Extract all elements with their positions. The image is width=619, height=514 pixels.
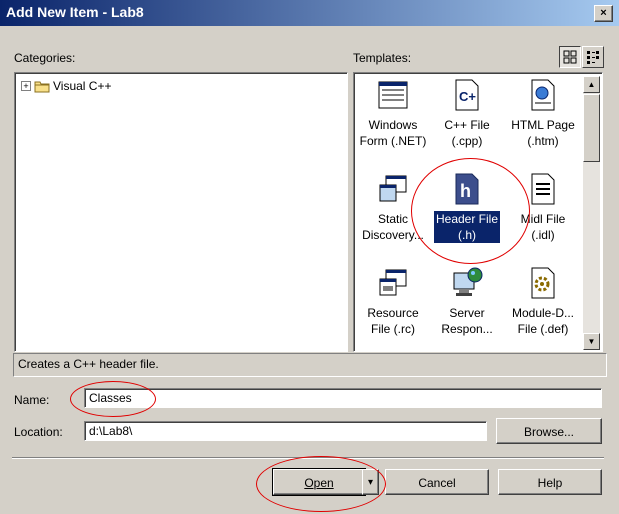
resource-file-icon	[377, 267, 409, 299]
name-label: Name:	[14, 393, 50, 407]
large-icons-view-button[interactable]	[559, 46, 581, 68]
name-input[interactable]	[84, 388, 602, 408]
template-label-line2: File (.def)	[517, 322, 569, 336]
template-server-response[interactable]: Server Respon...	[428, 267, 506, 337]
template-cpp-file[interactable]: C+ C++ File (.cpp)	[428, 79, 506, 149]
help-button[interactable]: Help	[498, 469, 602, 495]
scroll-up-button[interactable]: ▲	[583, 76, 600, 93]
template-label-line2: (.idl)	[531, 228, 555, 242]
browse-button[interactable]: Browse...	[496, 418, 602, 444]
window-title: Add New Item - Lab8	[6, 4, 144, 20]
close-button[interactable]: ×	[594, 5, 613, 22]
svg-text:C+: C+	[459, 89, 476, 104]
template-label-line1: Resource	[367, 306, 419, 320]
tree-item-label: Visual C++	[53, 79, 112, 93]
cancel-button[interactable]: Cancel	[385, 469, 489, 495]
annotation-circle-open	[256, 456, 386, 512]
folder-icon	[34, 80, 50, 93]
server-response-icon	[451, 267, 483, 299]
title-bar: Add New Item - Lab8 ×	[0, 0, 619, 26]
module-def-icon	[527, 267, 559, 299]
templates-scrollbar[interactable]: ▲ ▼	[583, 76, 600, 350]
tree-item-visual-cpp[interactable]: + Visual C++	[21, 79, 111, 93]
annotation-circle-header-file	[411, 158, 530, 264]
large-icons-icon	[563, 50, 577, 64]
template-label-line1: Module-D...	[511, 306, 575, 320]
static-discovery-icon	[377, 173, 409, 205]
midl-file-icon	[527, 173, 559, 205]
template-label-line1: C++ File	[444, 118, 490, 132]
categories-label: Categories:	[14, 51, 76, 65]
location-input[interactable]	[84, 421, 487, 441]
template-label-line2: Respon...	[441, 322, 493, 336]
template-label-line2: File (.rc)	[370, 322, 415, 336]
expand-icon[interactable]: +	[21, 81, 31, 91]
small-icons-icon	[587, 51, 599, 64]
template-label-line1: Windows	[368, 118, 418, 132]
categories-tree[interactable]: + Visual C++	[14, 72, 348, 352]
cpp-file-icon: C+	[451, 79, 483, 111]
scroll-thumb[interactable]	[583, 94, 600, 162]
template-label-line2: (.htm)	[527, 134, 559, 148]
description-status: Creates a C++ header file.	[13, 353, 607, 377]
template-label-line1: Server	[449, 306, 485, 320]
template-html-page[interactable]: HTML Page (.htm)	[504, 79, 582, 149]
template-resource-file[interactable]: Resource File (.rc)	[354, 267, 432, 337]
template-windows-form[interactable]: Windows Form (.NET)	[354, 79, 432, 149]
location-label: Location:	[14, 425, 63, 439]
annotation-circle-name	[70, 381, 156, 417]
template-label-line1: Static	[377, 212, 408, 226]
template-label-line1: HTML Page	[511, 118, 575, 132]
html-page-icon	[527, 79, 559, 111]
template-label-line2: Form (.NET)	[359, 134, 427, 148]
windows-form-icon	[377, 79, 409, 111]
templates-label: Templates:	[353, 51, 412, 65]
template-label-line2: (.cpp)	[451, 134, 483, 148]
add-new-item-dialog: Add New Item - Lab8 × Categories: + Visu…	[0, 0, 619, 514]
small-icons-view-button[interactable]	[582, 46, 604, 68]
template-module-def[interactable]: Module-D... File (.def)	[504, 267, 582, 337]
scroll-down-button[interactable]: ▼	[583, 333, 600, 350]
